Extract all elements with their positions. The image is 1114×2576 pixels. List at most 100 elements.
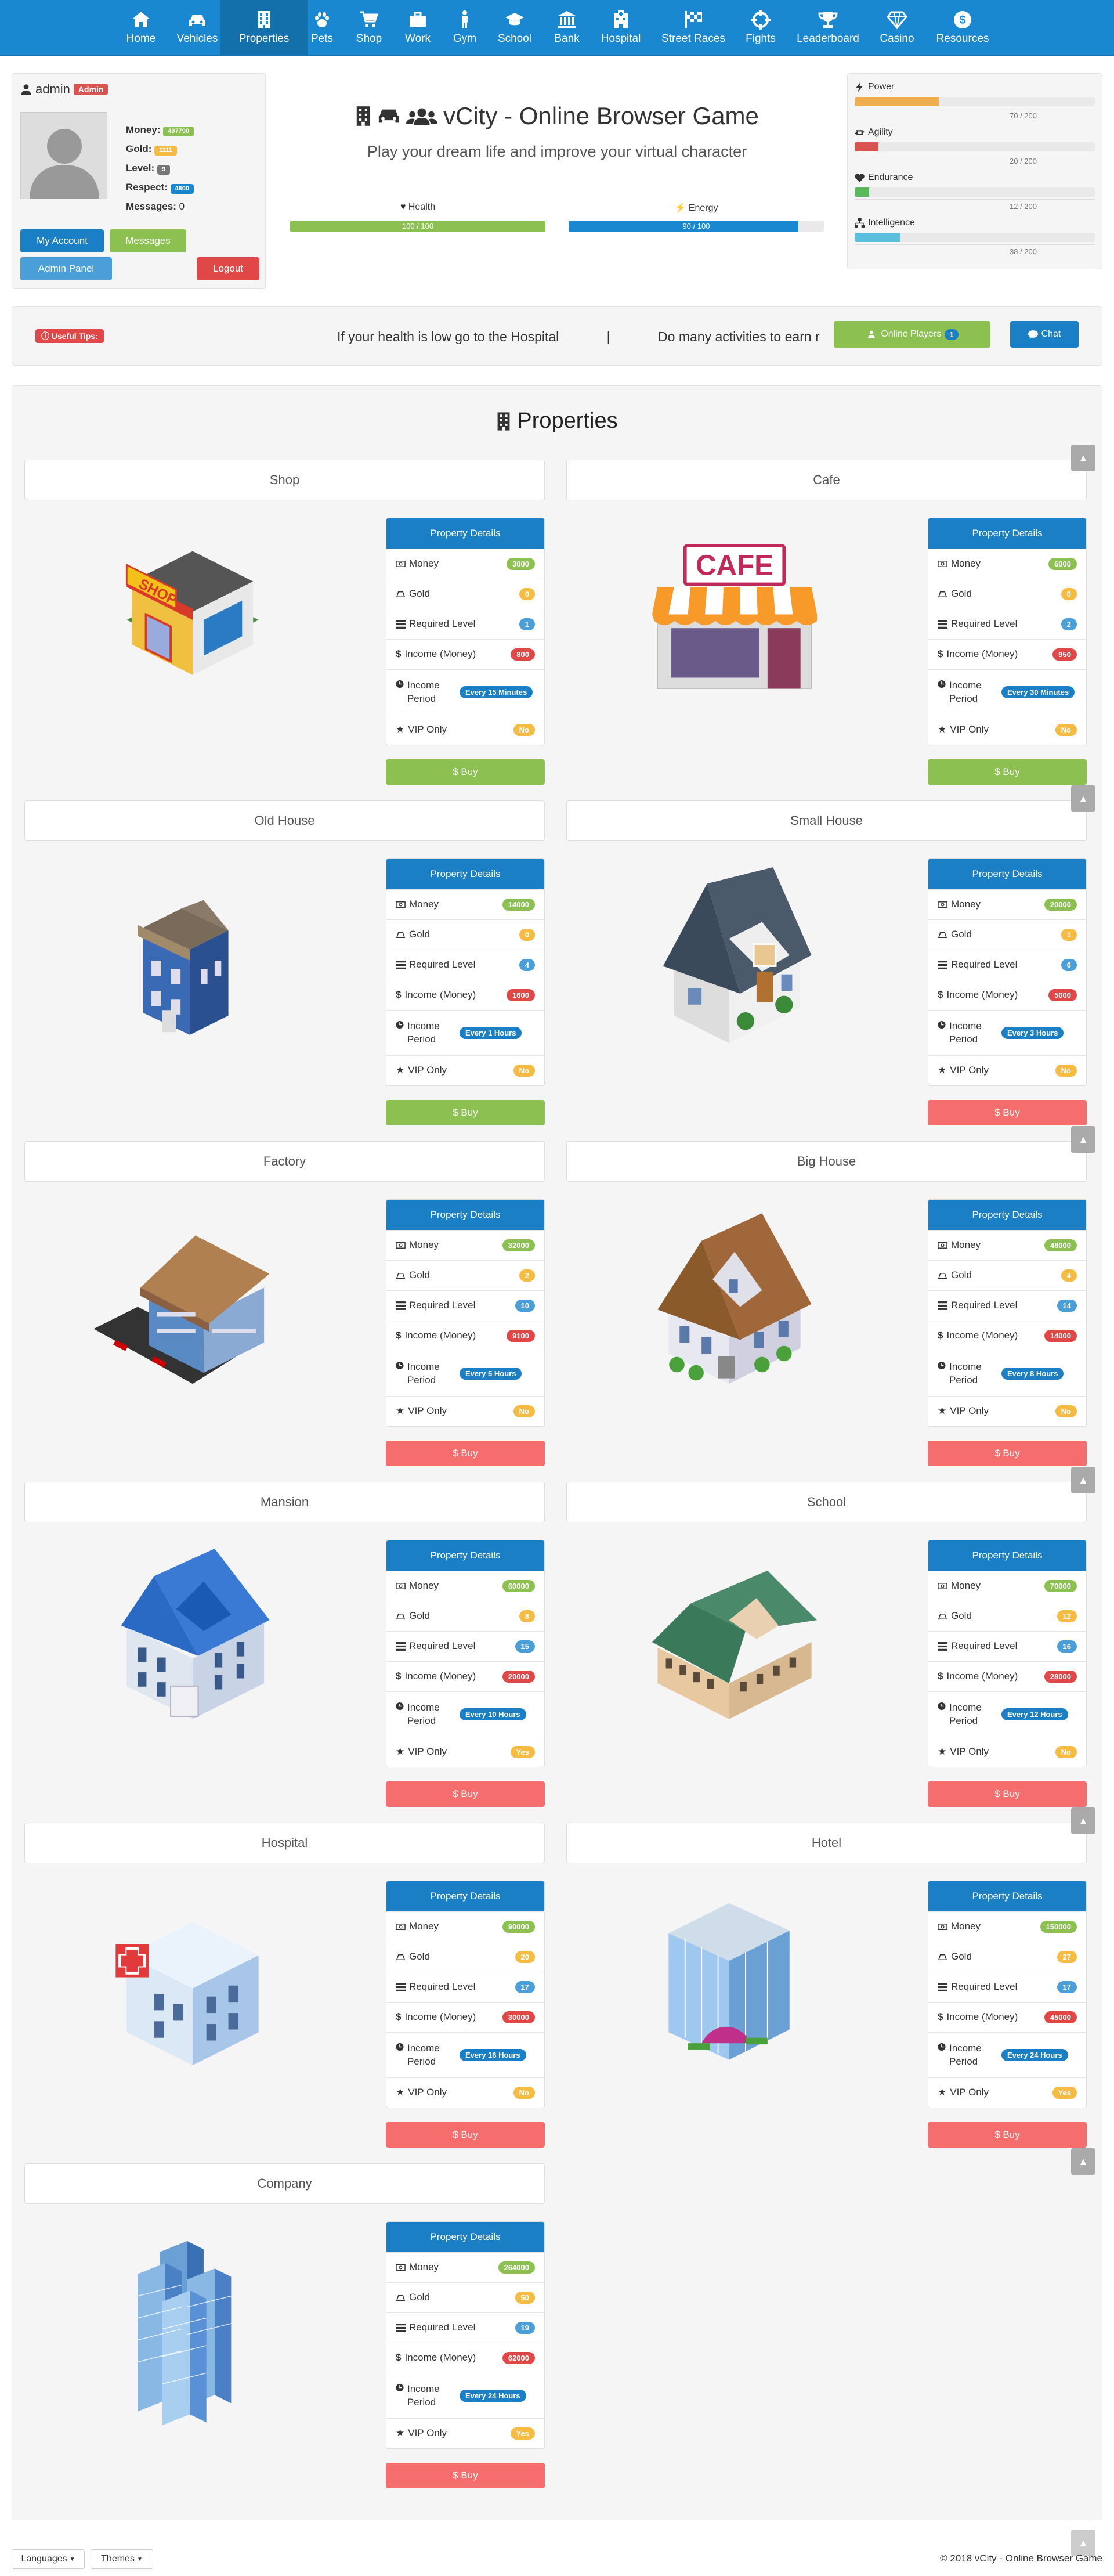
admin-panel-button[interactable]: Admin Panel [20,257,112,280]
themes-dropdown[interactable]: Themes ▼ [91,2549,153,2569]
property-title: Big House [566,1141,1087,1182]
property-title: Old House [24,800,545,841]
nav-label: Properties [238,32,290,45]
scroll-top-button[interactable]: ▲ [1071,1467,1095,1493]
logout-button[interactable]: Logout [197,257,259,280]
scroll-top-button[interactable]: ▲ [1071,1807,1095,1834]
period-badge: Every 3 Hours [1001,1027,1064,1039]
buy-button[interactable]: $ Buy [928,759,1087,785]
buy-button[interactable]: $ Buy [386,2122,545,2148]
clock-icon [396,2384,404,2392]
details-header: Property Details [928,1540,1086,1571]
vip-badge: Yes [1052,2087,1077,2099]
messages-button[interactable]: Messages [110,229,186,252]
buy-button[interactable]: $ Buy [928,1100,1087,1125]
clock-icon [396,1362,404,1370]
scroll-top-button[interactable]: ▲ [1071,445,1095,471]
vip-badge: No [513,2087,535,2099]
gold-badge: 1 [1061,929,1077,941]
details-header: Property Details [386,1200,544,1230]
buy-button[interactable]: $ Buy [386,759,545,785]
nav-home[interactable]: Home [117,0,165,55]
nav-properties[interactable]: Properties [220,0,308,55]
buy-button[interactable]: $ Buy [928,1441,1087,1466]
chat-button[interactable]: Chat [1010,321,1079,348]
gold-icon [396,1954,406,1960]
scroll-top-button[interactable]: ▲ [1071,1126,1095,1153]
star-icon: ★ [938,724,947,735]
list-icon [938,961,947,969]
period-badge: Every 15 Minutes [460,686,533,698]
checkered-flag-icon [685,10,702,28]
level-badge: 15 [515,1640,535,1653]
detail-money: Money 20000 [928,889,1086,919]
user-icon [21,84,31,95]
income-badge: 950 [1052,648,1077,661]
nav-casino[interactable]: Casino [866,0,928,55]
buy-button[interactable]: $ Buy [386,1781,545,1807]
scroll-top-button[interactable]: ▲ [1071,785,1095,812]
money-badge: 32000 [502,1239,535,1251]
property-details: Property Details Money 70000 Gold 12 Required… [928,1540,1087,1767]
gold-icon [938,591,947,597]
gold-badge: 0 [1061,588,1077,600]
gold-icon [938,1272,947,1279]
period-badge: Every 1 Hours [460,1027,522,1039]
stat-bar [855,142,1095,151]
property-details: Property Details Money 60000 Gold 8 Required … [386,1540,545,1767]
online-players-button[interactable]: Online Players 1 [834,321,990,348]
scroll-top-button[interactable]: ▲ [1071,2148,1095,2175]
buy-button[interactable]: $ Buy [386,1100,545,1125]
money-badge: 20000 [1044,899,1077,911]
period-badge: Every 24 Hours [1001,2049,1068,2061]
detail-level: Required Level 19 [386,2312,544,2343]
detail-vip: ★ VIP Only No [928,1737,1086,1767]
star-icon: ★ [938,1405,947,1417]
nav-shop[interactable]: Shop [345,0,393,55]
gold-badge: 2 [519,1269,535,1282]
property-title: Cafe [566,460,1087,500]
stat-endurance: Endurance 12 / 200 [855,172,1095,211]
dollar-icon: $ [396,2352,402,2364]
briefcase-icon [410,12,426,27]
property-title: Shop [24,460,545,500]
detail-period: Income Period Every 8 Hours [928,1351,1086,1396]
nav-gym[interactable]: Gym [444,0,486,55]
hero-subtitle: Play your dream life and improve your vi… [367,143,747,160]
admin-badge: Admin [73,84,108,95]
nav-pets[interactable]: Pets [298,0,346,55]
buy-button[interactable]: $ Buy [928,1781,1087,1807]
nav-street-races[interactable]: Street Races [643,0,743,55]
copyright: © 2018 vCity - Online Browser Game [940,2553,1102,2564]
languages-dropdown[interactable]: Languages ▼ [12,2549,85,2569]
buy-button[interactable]: $ Buy [928,2122,1087,2148]
clock-icon [938,1702,946,1711]
buy-button[interactable]: $ Buy [386,1441,545,1466]
nav-resources[interactable]: $ Resources [923,0,1003,55]
nav-leaderboard[interactable]: Leaderboard [782,0,875,55]
detail-income: $ Income (Money) 28000 [928,1661,1086,1691]
nav-work[interactable]: Work [393,0,442,55]
property-title: Mansion [24,1482,545,1522]
detail-period: Income Period Every 10 Hours [386,1691,544,1737]
my-account-button[interactable]: My Account [20,229,104,252]
stat-label: Endurance [868,172,913,182]
gold-badge: 8 [519,1610,535,1622]
gold-badge: 12 [1057,1610,1077,1622]
username: admin [35,82,70,96]
property-image-cafe: CAFE [652,544,818,689]
stat-label: Power [868,82,895,92]
vip-badge: No [1055,724,1077,736]
main-navbar: Home Vehicles Properties Pets Shop Work Gym Sch… [0,0,1114,56]
crosshairs-icon [751,9,771,30]
buy-button[interactable]: $ Buy [386,2463,545,2488]
nav-school[interactable]: School [484,0,545,55]
property-image-old-house [138,900,229,1035]
nav-label: Pets [310,32,334,45]
money-value: 407790 [163,127,194,136]
retweet-icon [855,129,865,135]
gold-badge: 50 [515,2292,535,2304]
nav-label: Hospital [601,32,641,45]
gold-badge: 0 [519,588,535,600]
caret-down-icon: ▼ [136,2556,143,2563]
